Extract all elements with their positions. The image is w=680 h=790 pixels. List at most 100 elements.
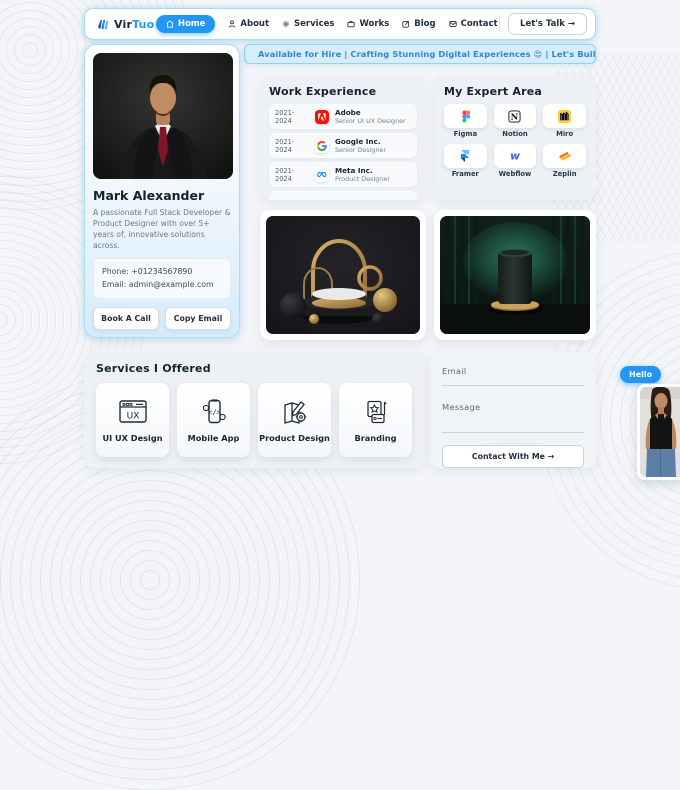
nav-item-label: About [240,19,269,29]
nav-item-about[interactable]: About [228,19,269,29]
copy-email-button[interactable]: Copy Email [165,307,231,330]
nav-item-label: Blog [414,19,435,29]
nav-divider [499,16,500,32]
navbar: VirTuo Home About Services Works Blog Co… [84,8,596,40]
svg-text:w: w [510,150,520,162]
services-card: Services I Offered UX UI UX Design </> [84,352,424,468]
chat-bubble[interactable]: Hello [620,366,661,383]
tool-label: Webflow [494,168,537,182]
experience-period: 2021-2024 [275,138,309,154]
experience-period: 2021-2024 [275,109,309,125]
person-icon [228,20,236,28]
figma-icon [444,104,487,128]
service-label: Mobile App [188,433,240,443]
experience-row-partial [269,191,417,200]
webflow-icon: w [494,144,537,168]
mobile-app-icon: </> [200,398,228,426]
profile-buttons: Book A Call Copy Email [93,307,231,330]
tool-figma: Figma [444,104,487,142]
book-a-call-button[interactable]: Book A Call [93,307,159,330]
miro-icon [543,104,586,128]
tool-zeplin: Zeplin [543,144,586,182]
experience-list: 2021-2024 Adobe Senior UI UX Designer 20… [269,104,417,200]
service-label: Branding [355,433,397,443]
logo[interactable]: VirTuo [97,18,154,31]
nav-item-blog[interactable]: Blog [402,19,435,29]
experience-row-adobe: 2021-2024 Adobe Senior UI UX Designer [269,104,417,129]
mail-icon [449,20,457,28]
experience-role: Senior UI UX Designer [335,117,406,125]
expert-area-title: My Expert Area [444,85,586,98]
service-product-design[interactable]: Product Design [258,383,331,457]
contact-submit-button[interactable]: Contact With Me → [442,445,584,468]
service-label: Product Design [259,433,330,443]
nav-item-works[interactable]: Works [347,19,389,29]
nav-item-label: Services [294,19,334,29]
phone-line: Phone: +01234567890 [102,265,222,278]
portfolio-image-podium [266,216,420,334]
portfolio-image-speaker [440,216,590,334]
portfolio-item-podium[interactable] [260,210,426,340]
expert-area-card: My Expert Area Figma N Notion Miro Frame… [434,76,596,200]
briefcase-icon [347,20,355,28]
services-title: Services I Offered [96,362,412,375]
email-line: Email: admin@example.com [102,278,222,291]
message-field[interactable] [442,400,584,433]
experience-role: Senior Designer [335,146,386,154]
gear-icon [282,20,290,28]
service-uiux[interactable]: UX UI UX Design [96,383,169,457]
product-design-icon [281,398,309,426]
lets-talk-button[interactable]: Let's Talk → [508,13,587,35]
home-icon [166,20,174,28]
service-label: UI UX Design [102,433,162,443]
profile-card: Mark Alexander A passionate Full Stack D… [84,44,240,338]
tool-label: Miro [543,128,586,142]
nav-item-label: Contact [461,19,498,29]
profile-bio: A passionate Full Stack Developer & Prod… [93,207,231,251]
adobe-icon [315,110,329,124]
marquee-text: Available for Hire | Crafting Stunning D… [258,49,596,59]
experience-role: Product Designer [335,175,390,183]
nav-item-label: Works [359,19,389,29]
uiux-design-icon: UX [118,398,148,426]
profile-name: Mark Alexander [93,188,231,203]
svg-text:UX: UX [126,411,139,421]
email-field[interactable] [442,364,584,386]
profile-photo [93,53,233,179]
experience-row-meta: 2021-2024 Meta Inc. Product Designer [269,162,417,187]
nav-item-services[interactable]: Services [282,19,334,29]
svg-text:</>: </> [208,408,221,416]
contact-info-box: Phone: +01234567890 Email: admin@example… [93,258,231,299]
tool-label: Notion [494,128,537,142]
agent-image [640,387,680,477]
edit-icon [402,20,410,28]
tool-notion: N Notion [494,104,537,142]
tool-label: Figma [444,128,487,142]
contact-form: Contact With Me → [430,352,596,468]
experience-company: Google Inc. [335,137,386,146]
branding-icon [362,398,390,426]
logo-icon [97,18,110,31]
service-branding[interactable]: Branding [339,383,412,457]
tool-label: Zeplin [543,168,586,182]
chat-agent-photo[interactable] [637,384,680,480]
zeplin-icon [543,144,586,168]
tool-grid: Figma N Notion Miro Framer w Webflow [444,104,586,182]
tool-label: Framer [444,168,487,182]
experience-company: Adobe [335,108,406,117]
portfolio-item-speaker[interactable] [434,210,596,340]
work-experience-card: Work Experience 2021-2024 Adobe Senior U… [260,76,426,200]
svg-text:N: N [511,111,519,121]
experience-period: 2021-2024 [275,167,309,183]
tool-webflow: w Webflow [494,144,537,182]
framer-icon [444,144,487,168]
experience-text: Adobe Senior UI UX Designer [335,108,406,125]
experience-company: Meta Inc. [335,166,390,175]
service-mobile-app[interactable]: </> Mobile App [177,383,250,457]
marquee-banner: Available for Hire | Crafting Stunning D… [244,44,596,64]
nav-item-label: Home [178,19,206,29]
nav-item-home[interactable]: Home [156,15,216,33]
nav-item-contact[interactable]: Contact [449,19,498,29]
tool-framer: Framer [444,144,487,182]
experience-row-google: 2021-2024 Google Inc. Senior Designer [269,133,417,158]
